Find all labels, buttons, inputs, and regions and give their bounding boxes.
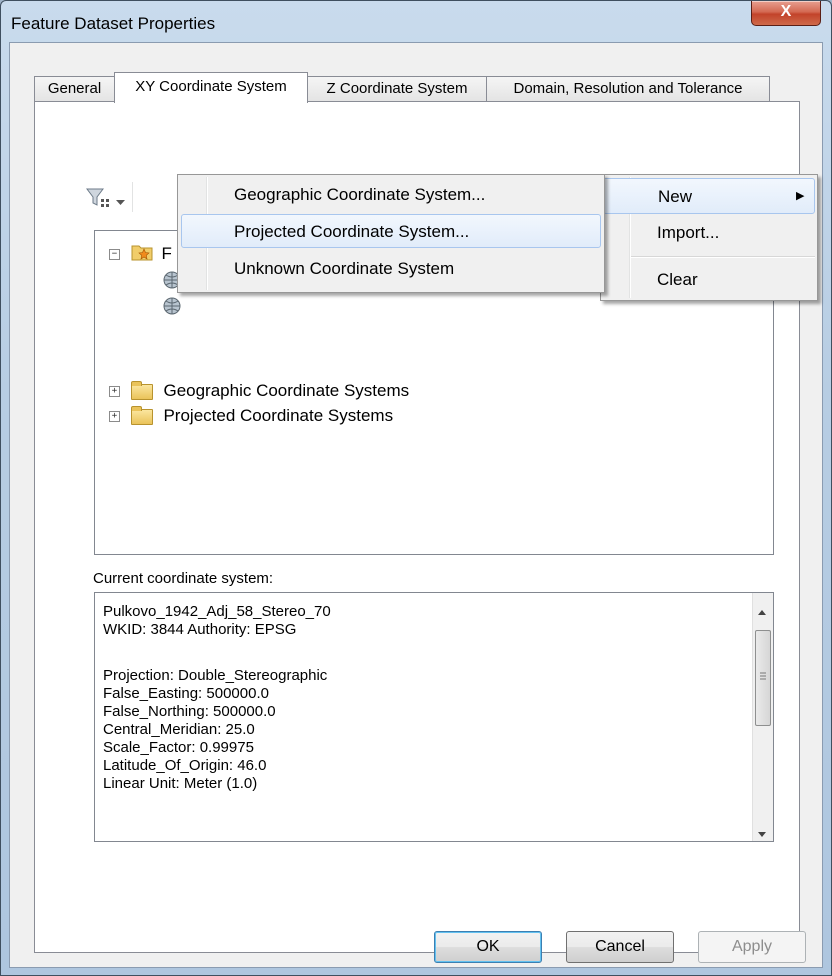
info-line: Pulkovo_1942_Adj_58_Stereo_70 [103, 603, 331, 620]
close-button[interactable]: X [751, 1, 821, 26]
toolbar-separator [132, 182, 134, 212]
tree-label-projected: Projected Coordinate Systems [163, 406, 394, 425]
menu-item-clear[interactable]: Clear [657, 270, 698, 290]
tab-xy-coordinate-system[interactable]: XY Coordinate System [114, 72, 308, 103]
tree-node-projected[interactable]: + Projected Coordinate Systems [109, 405, 394, 426]
folder-icon [130, 380, 153, 400]
ok-button[interactable]: OK [434, 931, 542, 963]
scroll-down-arrow-icon[interactable] [758, 825, 767, 841]
context-menu: New ▶ Import... Clear [600, 174, 818, 301]
tab-z-coordinate-system[interactable]: Z Coordinate System [307, 76, 487, 101]
expand-toggle-icon[interactable]: + [109, 386, 120, 398]
dialog-window: Feature Dataset Properties X General XY … [0, 0, 832, 976]
tab-general[interactable]: General [34, 76, 115, 101]
tab-domain-resolution-tolerance[interactable]: Domain, Resolution and Tolerance [486, 76, 770, 101]
submenu-item-unknown[interactable]: Unknown Coordinate System [234, 259, 454, 279]
info-line: False_Easting: 500000.0 [103, 685, 269, 702]
menu-item-import[interactable]: Import... [657, 223, 719, 243]
tree-label-favorites: F [161, 243, 172, 263]
submenu-item-projected[interactable]: Projected Coordinate System... [181, 214, 601, 248]
vertical-scrollbar[interactable] [752, 593, 773, 841]
submenu-item-geographic[interactable]: Geographic Coordinate System... [234, 185, 485, 205]
apply-button[interactable]: Apply [698, 931, 806, 963]
expand-toggle-icon[interactable]: + [109, 411, 120, 423]
favorites-folder-icon [131, 243, 153, 266]
menu-separator [631, 256, 815, 258]
submenu-item-projected-label: Projected Coordinate System... [234, 222, 470, 241]
info-line: Projection: Double_Stereographic [103, 667, 328, 684]
info-line: Scale_Factor: 0.99975 [103, 739, 254, 756]
globe-node-icon-2 [163, 297, 181, 320]
filter-dropdown-arrow-icon[interactable] [116, 194, 126, 212]
info-line: WKID: 3844 Authority: EPSG [103, 621, 297, 638]
title-bar[interactable]: Feature Dataset Properties X [1, 1, 831, 41]
scrollbar-thumb[interactable] [755, 630, 771, 726]
tree-node-geographic[interactable]: + Geographic Coordinate Systems [109, 380, 410, 401]
folder-icon [130, 405, 153, 425]
info-line: False_Northing: 500000.0 [103, 703, 276, 720]
window-title: Feature Dataset Properties [11, 14, 216, 33]
tree-node-favorites[interactable]: − F [109, 243, 172, 266]
tree-label-geographic: Geographic Coordinate Systems [163, 381, 410, 400]
info-line: Latitude_Of_Origin: 46.0 [103, 757, 267, 774]
menu-item-new-label: New [658, 187, 693, 206]
info-line: Linear Unit: Meter (1.0) [103, 775, 258, 792]
current-coordinate-textbox[interactable]: Pulkovo_1942_Adj_58_Stereo_70 WKID: 3844… [94, 592, 774, 842]
scroll-up-arrow-icon[interactable] [758, 603, 767, 621]
filter-icon[interactable] [86, 187, 112, 214]
new-submenu: Geographic Coordinate System... Projecte… [177, 174, 605, 293]
submenu-arrow-icon: ▶ [796, 190, 805, 202]
cancel-button[interactable]: Cancel [566, 931, 674, 963]
info-line: Central_Meridian: 25.0 [103, 721, 255, 738]
collapse-toggle-icon[interactable]: − [109, 249, 120, 260]
current-coordinate-label: Current coordinate system: [93, 570, 274, 587]
menu-item-new[interactable]: New ▶ [603, 178, 815, 214]
